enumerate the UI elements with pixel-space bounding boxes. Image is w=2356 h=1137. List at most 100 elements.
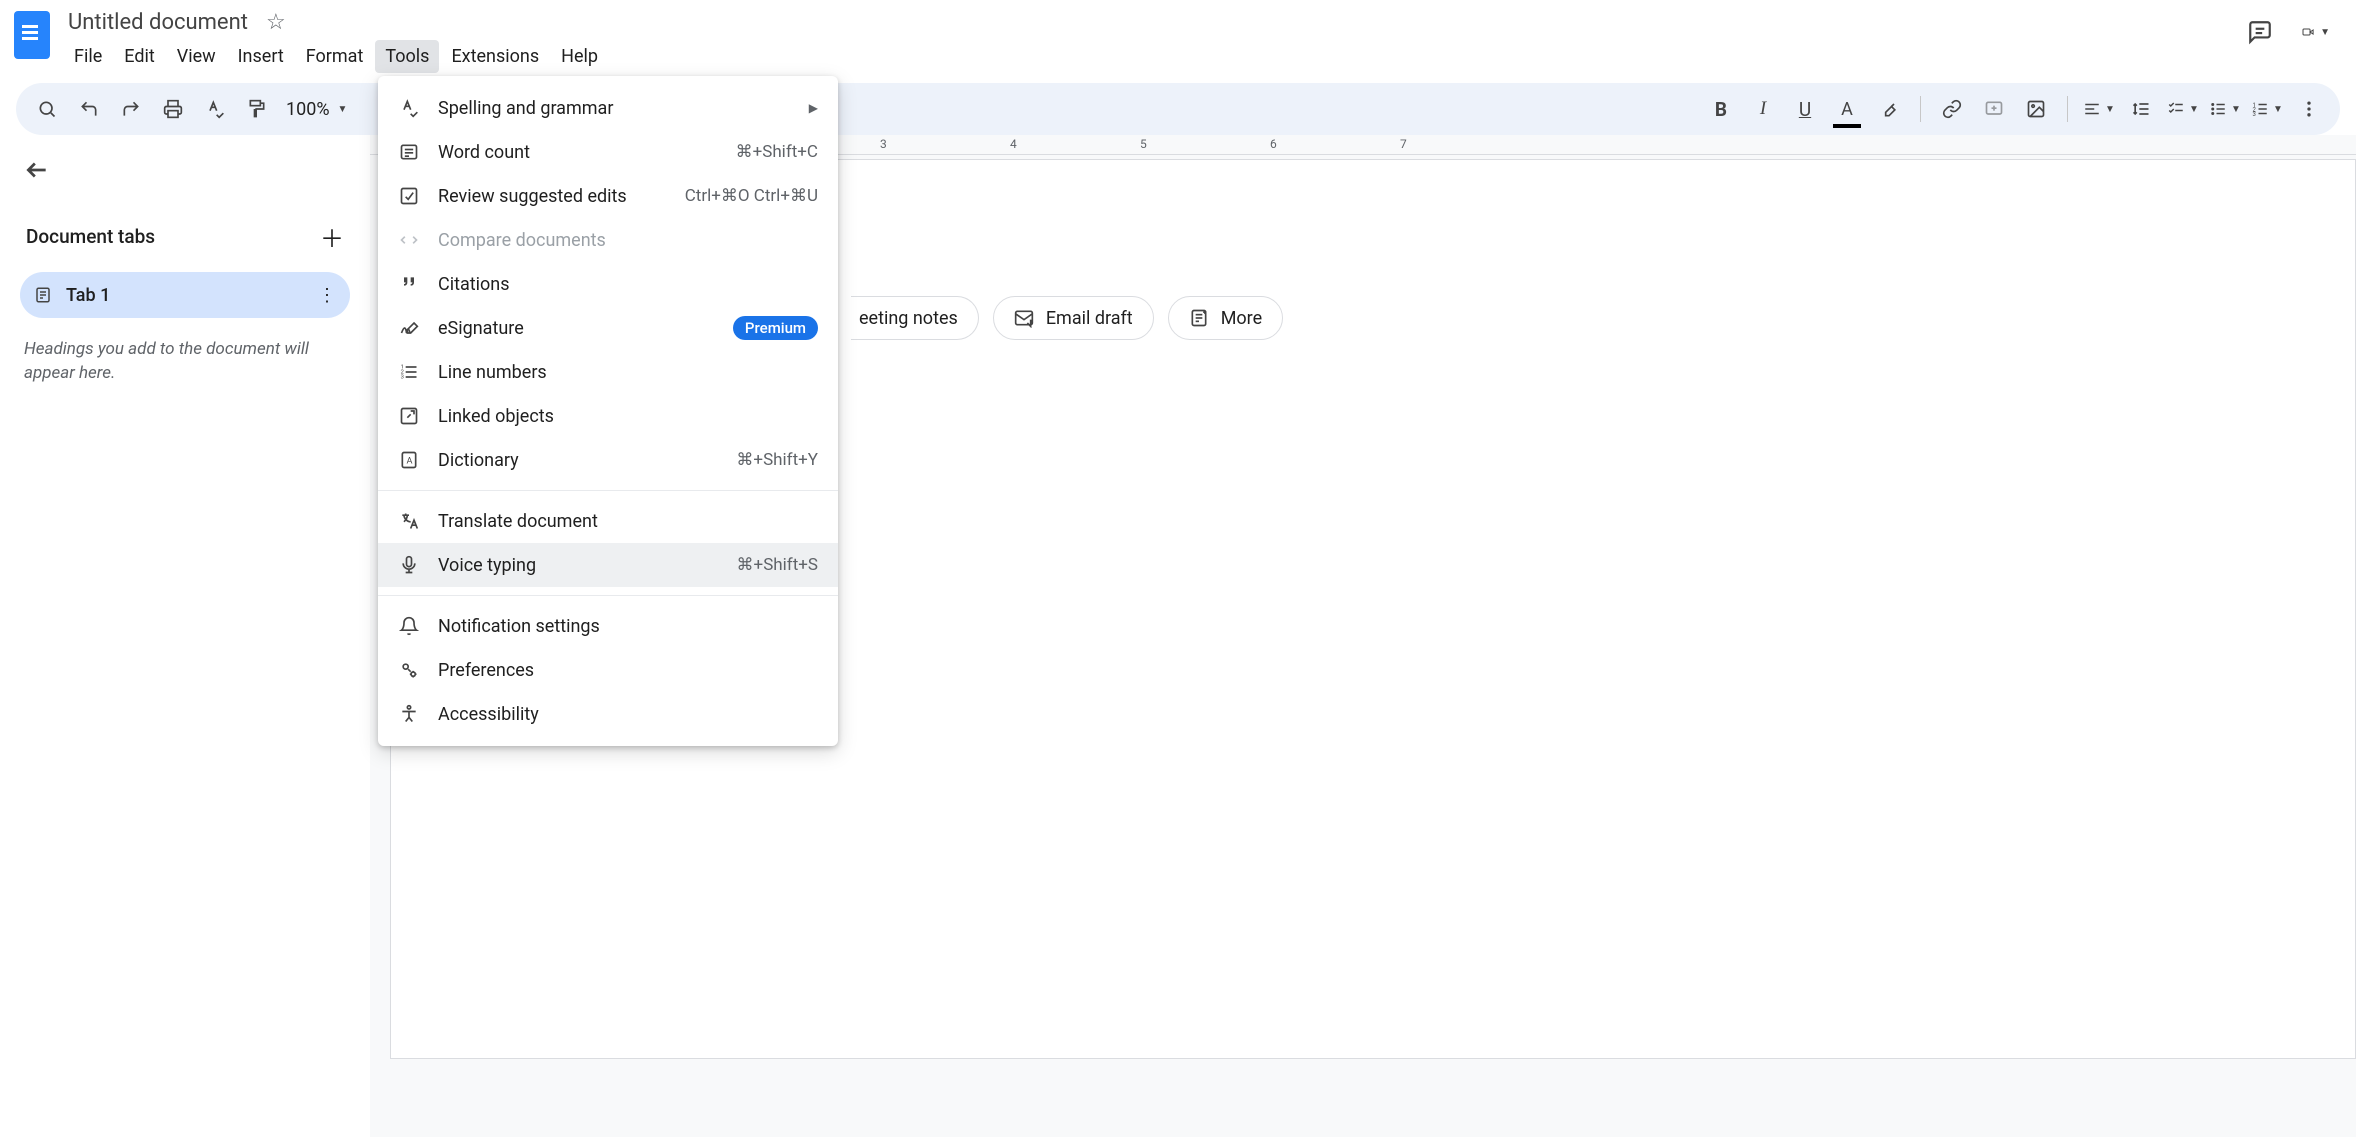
chevron-down-icon: ▼ [338, 104, 348, 115]
chip-meeting-notes[interactable]: eeting notes [851, 296, 979, 340]
tab-chip[interactable]: Tab 1 ⋮ [20, 272, 350, 318]
menu-item-label: Compare documents [438, 230, 818, 251]
zoom-select[interactable]: 100% ▼ [282, 99, 351, 120]
citations-icon [398, 274, 420, 294]
sidebar-hint: Headings you add to the document will ap… [20, 338, 350, 386]
paint-format-icon[interactable] [240, 92, 274, 126]
wordcount-icon [398, 142, 420, 162]
tools-menu-accessibility[interactable]: Accessibility [378, 692, 838, 736]
menu-separator [378, 490, 838, 491]
menu-item-label: Word count [438, 142, 718, 163]
menu-item-label: Accessibility [438, 704, 818, 725]
menu-file[interactable]: File [64, 40, 112, 73]
bold-button[interactable]: B [1704, 92, 1738, 126]
menu-item-label: Citations [438, 274, 818, 295]
menu-item-label: Linked objects [438, 406, 818, 427]
ruler-mark: 6 [1270, 137, 1277, 151]
review-icon [398, 186, 420, 206]
sidebar: Document tabs ＋ Tab 1 ⋮ Headings you add… [0, 135, 370, 1137]
print-icon[interactable] [156, 92, 190, 126]
menu-insert[interactable]: Insert [228, 40, 294, 73]
chevron-down-icon: ▼ [2320, 27, 2330, 38]
menu-shortcut: Ctrl+⌘O Ctrl+⌘U [685, 186, 818, 206]
comments-icon[interactable] [2246, 18, 2274, 46]
premium-badge: Premium [733, 316, 818, 340]
more-tools-icon[interactable] [2292, 92, 2326, 126]
menu-tools[interactable]: Tools [375, 40, 439, 73]
menubar: FileEditViewInsertFormatToolsExtensionsH… [64, 36, 2234, 73]
menu-edit[interactable]: Edit [114, 40, 164, 73]
comment-button[interactable] [1977, 92, 2011, 126]
linenum-icon: 123 [398, 362, 420, 382]
tools-menu-preferences[interactable]: Preferences [378, 648, 838, 692]
docs-logo[interactable] [12, 8, 52, 62]
tools-menu-line-numbers[interactable]: 123 Line numbers [378, 350, 838, 394]
menu-shortcut: ⌘+Shift+C [736, 142, 818, 162]
menu-item-label: Line numbers [438, 362, 818, 383]
ruler-mark: 3 [880, 137, 887, 151]
spellcheck-icon[interactable] [198, 92, 232, 126]
esign-icon [398, 318, 420, 338]
menu-view[interactable]: View [167, 40, 226, 73]
checklist-button[interactable]: ▼ [2166, 92, 2200, 126]
tools-menu-linked-objects[interactable]: Linked objects [378, 394, 838, 438]
meet-icon[interactable]: ▼ [2302, 18, 2330, 46]
compare-icon [398, 230, 420, 250]
tools-menu-spelling-and-grammar[interactable]: Spelling and grammar▶ [378, 86, 838, 130]
menu-help[interactable]: Help [551, 40, 608, 73]
tools-menu-voice-typing[interactable]: Voice typing⌘+Shift+S [378, 543, 838, 587]
link-button[interactable] [1935, 92, 1969, 126]
tools-menu-notification-settings[interactable]: Notification settings [378, 604, 838, 648]
redo-icon[interactable] [114, 92, 148, 126]
menu-shortcut: ⌘+Shift+S [737, 555, 818, 575]
tab-doc-icon [34, 286, 52, 304]
spellcheck-icon [398, 98, 420, 118]
text-color-button[interactable]: A [1830, 92, 1864, 126]
tools-menu-esignature[interactable]: eSignaturePremium [378, 306, 838, 350]
ruler-mark: 5 [1140, 137, 1147, 151]
chip-more[interactable]: More [1168, 296, 1283, 340]
tools-menu-dictionary[interactable]: A Dictionary ⌘+Shift+Y [378, 438, 838, 482]
svg-text:3: 3 [401, 375, 404, 381]
menu-separator [378, 595, 838, 596]
ruler-mark: 7 [1400, 137, 1407, 151]
align-button[interactable]: ▼ [2082, 92, 2116, 126]
menu-item-label: Translate document [438, 511, 818, 532]
image-button[interactable] [2019, 92, 2053, 126]
ruler-mark: 4 [1010, 137, 1017, 151]
menu-item-label: Dictionary [438, 450, 718, 471]
dictionary-icon: A [398, 450, 420, 470]
document-title[interactable]: Untitled document [64, 8, 252, 37]
menu-extensions[interactable]: Extensions [441, 40, 549, 73]
tab-label: Tab 1 [66, 285, 304, 306]
star-icon[interactable]: ☆ [266, 10, 286, 35]
chip-email-draft[interactable]: Email draft [993, 296, 1154, 340]
menu-format[interactable]: Format [296, 40, 374, 73]
tab-more-icon[interactable]: ⋮ [318, 285, 336, 306]
prefs-icon [398, 660, 420, 680]
line-spacing-button[interactable] [2124, 92, 2158, 126]
italic-button[interactable]: I [1746, 92, 1780, 126]
tools-menu-word-count[interactable]: Word count ⌘+Shift+C [378, 130, 838, 174]
numbered-list-button[interactable]: 123▼ [2250, 92, 2284, 126]
search-icon[interactable] [30, 92, 64, 126]
menu-item-label: Spelling and grammar [438, 98, 791, 119]
header: Untitled document ☆ FileEditViewInsertFo… [0, 0, 2356, 73]
tools-menu-translate-document[interactable]: Translate document [378, 499, 838, 543]
toolbar: 100% ▼ B I U A ▼ ▼ ▼ 123▼ [16, 83, 2340, 135]
back-arrow-icon[interactable] [20, 153, 350, 187]
document-tabs-title: Document tabs [26, 225, 155, 248]
underline-button[interactable]: U [1788, 92, 1822, 126]
svg-text:3: 3 [2253, 111, 2256, 118]
translate-icon [398, 511, 420, 531]
tools-menu-review-suggested-edits[interactable]: Review suggested editsCtrl+⌘O Ctrl+⌘U [378, 174, 838, 218]
tools-menu-citations[interactable]: Citations [378, 262, 838, 306]
tools-menu-compare-documents: Compare documents [378, 218, 838, 262]
add-tab-icon[interactable]: ＋ [320, 219, 344, 254]
undo-icon[interactable] [72, 92, 106, 126]
bullet-list-button[interactable]: ▼ [2208, 92, 2242, 126]
menu-shortcut: ⌘+Shift+Y [736, 450, 818, 470]
svg-text:A: A [407, 456, 413, 466]
voice-icon [398, 555, 420, 575]
highlight-button[interactable] [1872, 92, 1906, 126]
